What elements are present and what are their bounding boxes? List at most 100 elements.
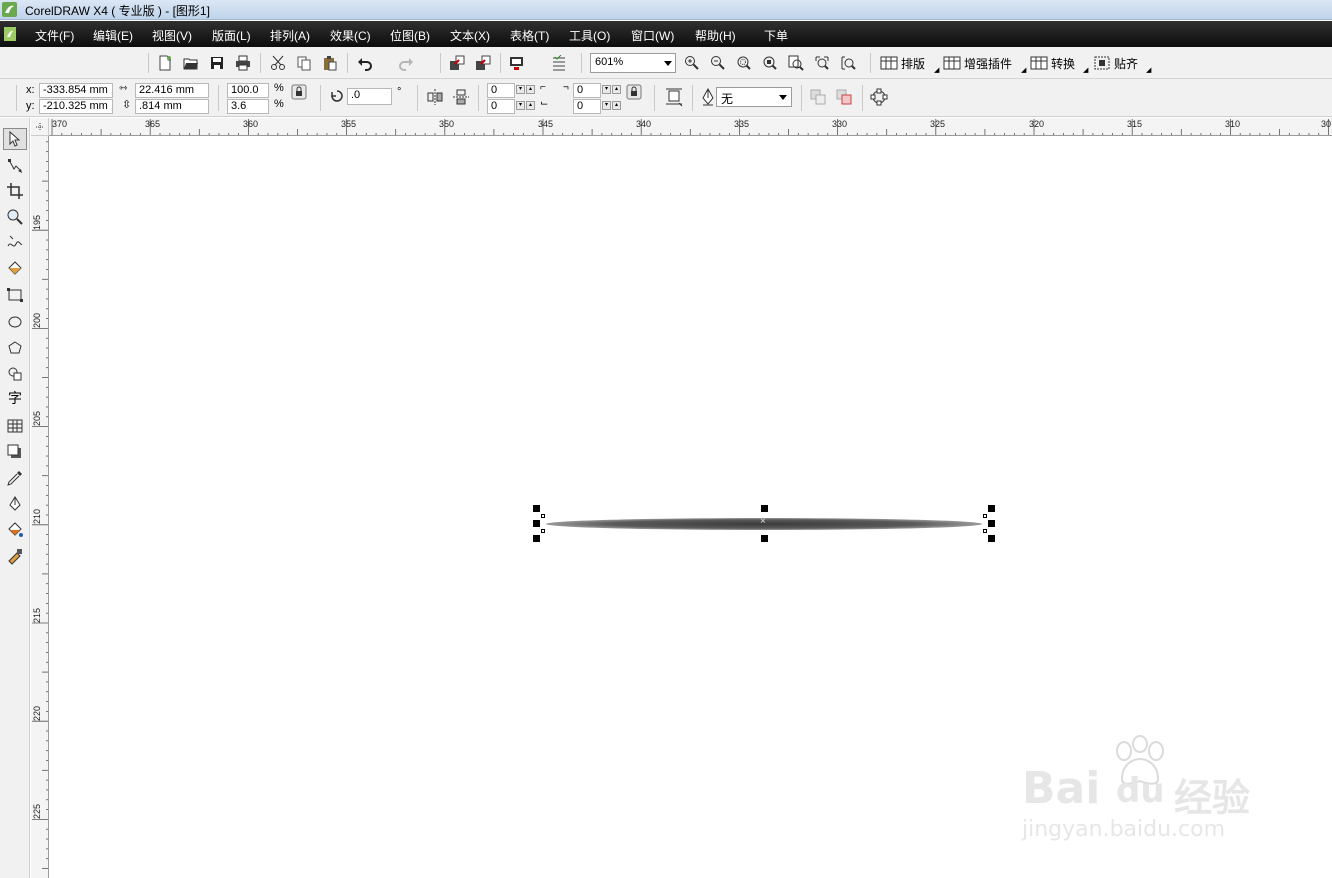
corner-br-down-icon[interactable]: ▾ [602,101,611,110]
snap-button[interactable]: 贴齐 [1093,54,1138,72]
center-x-icon[interactable]: × [760,516,766,527]
vertical-ruler[interactable]: 195 200 205 210 215 220 225 [31,136,49,878]
scale-y-field[interactable]: 3.6 [227,99,269,114]
welcome-screen-button[interactable] [548,52,570,74]
cut-button[interactable] [267,52,289,74]
menu-window[interactable]: 窗口(W) [631,27,674,44]
menu-edit[interactable]: 编辑(E) [93,27,133,44]
width-field[interactable]: 22.416 mm [135,83,209,98]
paste-button[interactable] [319,52,341,74]
lock-ratio-icon[interactable] [291,84,307,100]
crop-tool[interactable] [3,180,27,202]
selection-handle-top-center[interactable] [761,505,768,512]
ruler-origin[interactable] [31,118,49,136]
convert-dropdown-icon[interactable]: ◢ [1083,66,1088,74]
convert-button[interactable]: 转换 [1030,54,1075,72]
corner-lock-icon[interactable] [626,84,642,100]
corner-bottom-right-field[interactable]: 0 [573,99,601,114]
convert-to-curves-icon[interactable] [870,88,888,106]
menu-effects[interactable]: 效果(C) [330,27,371,44]
corner-tl-down-icon[interactable]: ▾ [516,85,525,94]
zoom-tool[interactable] [3,206,27,228]
freehand-tool[interactable] [3,232,27,254]
polygon-tool[interactable] [3,337,27,359]
selection-handle-bottom-center[interactable] [761,535,768,542]
corner-br-up-icon[interactable]: ▴ [612,101,621,110]
rectangle-tool[interactable] [3,284,27,306]
layout-plugin-dropdown-icon[interactable]: ◢ [934,66,939,74]
document-icon[interactable] [3,26,17,42]
menu-help[interactable]: 帮助(H) [695,27,736,44]
to-back-icon[interactable] [835,88,853,106]
zoom-page-height-button[interactable] [837,52,859,74]
menu-view[interactable]: 视图(V) [152,27,192,44]
text-tool[interactable]: 字 [3,387,27,409]
undo-button[interactable] [354,52,376,74]
fill-tool[interactable] [3,519,27,541]
y-position-field[interactable]: -210.325 mm [39,99,113,114]
basic-shapes-tool[interactable] [3,363,27,385]
print-button[interactable] [232,52,254,74]
ellipse-tool[interactable] [3,311,27,333]
menu-tools[interactable]: 工具(O) [569,27,610,44]
mirror-vertical-icon[interactable] [452,88,470,106]
zoom-level-select[interactable]: 601% [590,53,676,73]
application-launcher-button[interactable] [506,52,528,74]
zoom-selected-button[interactable] [733,52,755,74]
import-button[interactable] [446,52,468,74]
node-handle[interactable] [983,514,987,518]
selection-handle-middle-left[interactable] [533,520,540,527]
menu-file[interactable]: 文件(F) [35,27,74,44]
enhanced-plugin-button[interactable]: 增强插件 [943,54,1012,72]
outline-width-select[interactable]: 无 [716,87,792,107]
selection-handle-bottom-left[interactable] [533,535,540,542]
interactive-fill-tool[interactable] [3,545,27,567]
zoom-all-objects-button[interactable] [759,52,781,74]
table-tool[interactable] [3,415,27,437]
x-position-field[interactable]: -333.854 mm [39,83,113,98]
node-handle[interactable] [541,529,545,533]
selection-handle-middle-right[interactable] [988,520,995,527]
menu-bitmaps[interactable]: 位图(B) [390,27,430,44]
corner-tr-up-icon[interactable]: ▴ [612,85,621,94]
export-button[interactable] [472,52,494,74]
new-document-button[interactable] [154,52,176,74]
copy-button[interactable] [293,52,315,74]
zoom-out-button[interactable] [707,52,729,74]
zoom-page-width-button[interactable] [811,52,833,74]
menu-text[interactable]: 文本(X) [450,27,490,44]
corner-tl-up-icon[interactable]: ▴ [526,85,535,94]
save-button[interactable] [206,52,228,74]
corner-bl-up-icon[interactable]: ▴ [526,101,535,110]
wrap-text-icon[interactable] [664,87,684,107]
corner-bl-down-icon[interactable]: ▾ [516,101,525,110]
pick-tool[interactable] [3,128,27,150]
drawing-canvas[interactable]: × Bai du 经验 jingyan.baidu.com [50,137,1332,878]
eyedropper-tool[interactable] [3,467,27,489]
property-bar-grip[interactable] [16,85,17,111]
menu-table[interactable]: 表格(T) [510,27,549,44]
corner-top-right-field[interactable]: 0 [573,83,601,98]
shape-tool[interactable] [3,155,27,177]
selection-handle-top-right[interactable] [988,505,995,512]
menu-layout[interactable]: 版面(L) [212,27,251,44]
menu-arrange[interactable]: 排列(A) [270,27,310,44]
interactive-drop-shadow-tool[interactable] [3,441,27,463]
coreldraw-app-icon[interactable] [2,2,17,17]
height-field[interactable]: .814 mm [135,99,209,114]
scale-x-field[interactable]: 100.0 [227,83,269,98]
redo-button[interactable] [395,52,417,74]
zoom-page-button[interactable] [785,52,807,74]
zoom-in-button[interactable] [681,52,703,74]
layout-plugin-button[interactable]: 排版 [880,54,925,72]
selection-handle-bottom-right[interactable] [988,535,995,542]
outline-tool[interactable] [3,493,27,515]
toolbar-grip[interactable] [148,53,149,73]
node-handle[interactable] [983,529,987,533]
rotation-angle-field[interactable]: .0 [347,88,392,105]
node-handle[interactable] [541,514,545,518]
menu-order[interactable]: 下单 [764,27,788,44]
corner-bottom-left-field[interactable]: 0 [487,99,515,114]
corner-top-left-field[interactable]: 0 [487,83,515,98]
open-button[interactable] [180,52,202,74]
